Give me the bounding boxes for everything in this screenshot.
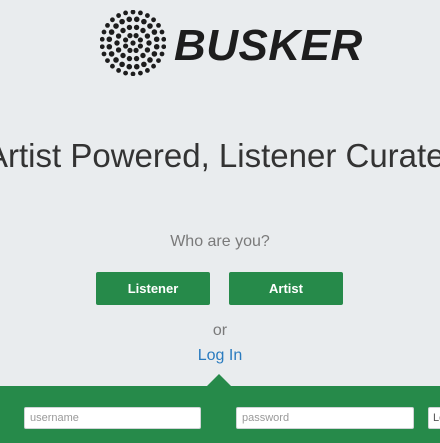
landing-page: BUSKER Artist Powered, Listener Curated … [0, 0, 440, 443]
listener-button[interactable]: Listener [96, 272, 210, 305]
or-separator: or [212, 322, 228, 339]
login-link[interactable]: Log In [0, 347, 440, 365]
password-input[interactable] [236, 407, 414, 429]
username-input[interactable] [24, 407, 201, 429]
role-prompt: Who are you? [170, 233, 270, 250]
dotted-circle-icon [100, 10, 166, 76]
brand-logo: BUSKER [100, 10, 362, 82]
hero-headline: Artist Powered, Listener Curated [0, 137, 440, 174]
brand-name: BUSKER [174, 21, 363, 70]
login-submit-button[interactable]: Lo [428, 407, 440, 429]
artist-button[interactable]: Artist [229, 272, 343, 305]
